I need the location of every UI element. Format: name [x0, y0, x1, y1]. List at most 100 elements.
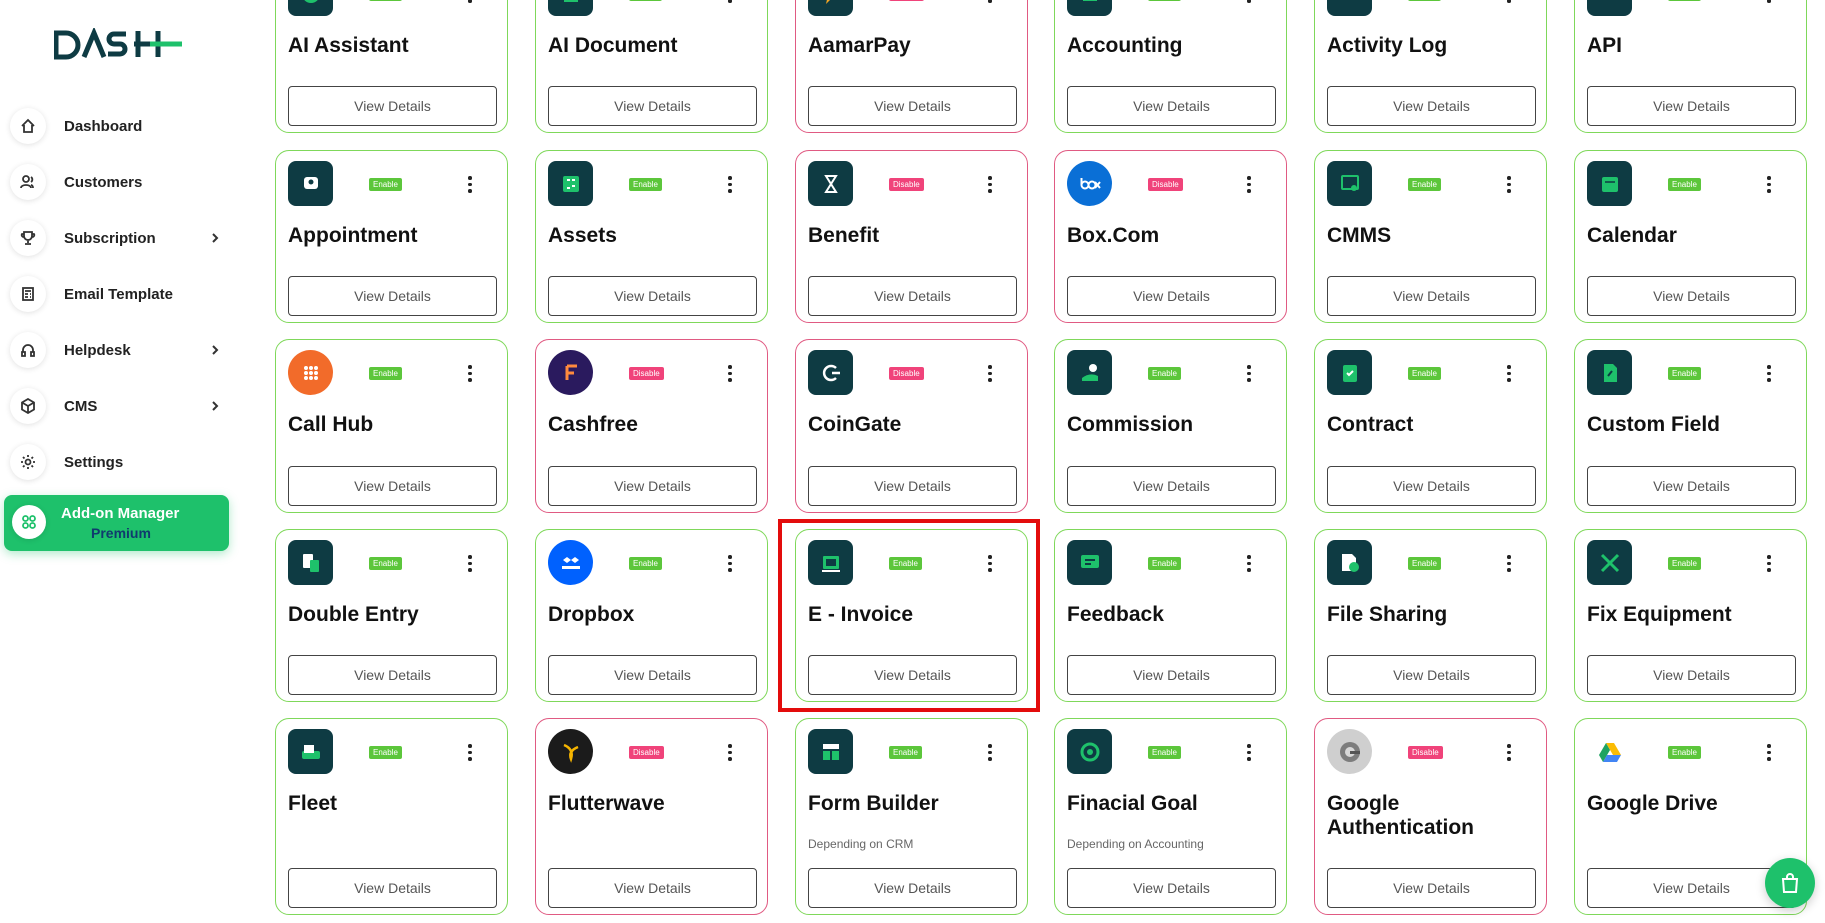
view-details-button[interactable]: View Details: [288, 466, 497, 506]
status-badge: Enable: [369, 557, 402, 570]
addon-card: Enable Fleet View Details: [275, 718, 508, 915]
status-badge: Disable: [889, 367, 924, 380]
more-options-icon[interactable]: [1242, 741, 1256, 763]
more-options-icon[interactable]: [983, 0, 997, 5]
view-details-button[interactable]: View Details: [808, 276, 1017, 316]
status-badge: Disable: [1408, 746, 1443, 759]
view-details-button[interactable]: View Details: [1327, 868, 1536, 908]
form-builder-icon: [808, 729, 853, 774]
more-options-icon[interactable]: [723, 0, 737, 5]
more-options-icon[interactable]: [463, 741, 477, 763]
fix-equipment-icon: [1587, 540, 1632, 585]
card-title: API: [1587, 34, 1623, 57]
sidebar-item-label: Dashboard: [64, 117, 143, 135]
more-options-icon[interactable]: [1762, 741, 1776, 763]
gear-icon: [10, 444, 46, 480]
more-options-icon[interactable]: [463, 173, 477, 195]
dropbox-icon: [548, 540, 593, 585]
more-options-icon[interactable]: [1762, 173, 1776, 195]
addon-card: Enable Feedback View Details: [1054, 529, 1287, 702]
view-details-button[interactable]: View Details: [548, 86, 757, 126]
more-options-icon[interactable]: [1502, 552, 1516, 574]
template-icon: [10, 276, 46, 312]
more-options-icon[interactable]: [1242, 552, 1256, 574]
card-title: Google Authentication: [1327, 792, 1474, 839]
addon-card: Enable Accounting View Details: [1054, 0, 1287, 133]
status-badge: Enable: [1668, 178, 1701, 191]
view-details-button[interactable]: View Details: [288, 276, 497, 316]
view-details-button[interactable]: View Details: [808, 868, 1017, 908]
more-options-icon[interactable]: [1242, 173, 1256, 195]
view-details-button[interactable]: View Details: [548, 655, 757, 695]
more-options-icon[interactable]: [1762, 0, 1776, 5]
more-options-icon[interactable]: [1242, 0, 1256, 5]
view-details-button[interactable]: View Details: [1067, 466, 1276, 506]
sidebar-item-subscription[interactable]: Subscription: [10, 215, 230, 261]
status-badge: Enable: [369, 746, 402, 759]
view-details-button[interactable]: View Details: [548, 466, 757, 506]
view-details-button[interactable]: View Details: [1587, 466, 1796, 506]
more-options-icon[interactable]: [983, 741, 997, 763]
more-options-icon[interactable]: [1502, 0, 1516, 5]
sidebar-item-customers[interactable]: Customers: [10, 159, 230, 205]
view-details-button[interactable]: View Details: [1067, 868, 1276, 908]
card-dependency: Depending on Accounting: [1067, 837, 1204, 851]
view-details-button[interactable]: View Details: [548, 276, 757, 316]
more-options-icon[interactable]: [1242, 362, 1256, 384]
more-options-icon[interactable]: [723, 362, 737, 384]
cart-button[interactable]: [1765, 858, 1815, 908]
more-options-icon[interactable]: [723, 173, 737, 195]
view-details-button[interactable]: View Details: [1587, 655, 1796, 695]
card-title: Fix Equipment: [1587, 603, 1732, 626]
status-badge: Enable: [1148, 367, 1181, 380]
view-details-button[interactable]: View Details: [1067, 276, 1276, 316]
sidebar-item-label: Add-on Manager: [61, 505, 180, 522]
addon-card: Enable Form Builder Depending on CRM View D…: [795, 718, 1028, 915]
view-details-button[interactable]: View Details: [288, 868, 497, 908]
view-details-button[interactable]: View Details: [808, 655, 1017, 695]
sidebar-item-settings[interactable]: Settings: [10, 439, 230, 485]
sidebar-item-addon-manager[interactable]: Add-on Manager Premium: [4, 495, 229, 551]
more-options-icon[interactable]: [983, 362, 997, 384]
sidebar-item-cms[interactable]: CMS: [10, 383, 230, 429]
view-details-button[interactable]: View Details: [1327, 466, 1536, 506]
more-options-icon[interactable]: [983, 552, 997, 574]
view-details-button[interactable]: View Details: [808, 466, 1017, 506]
view-details-button[interactable]: View Details: [1067, 655, 1276, 695]
view-details-button[interactable]: View Details: [1327, 276, 1536, 316]
card-title: Call Hub: [288, 413, 374, 436]
view-details-button[interactable]: View Details: [1327, 86, 1536, 126]
view-details-button[interactable]: View Details: [1067, 86, 1276, 126]
view-details-button[interactable]: View Details: [288, 655, 497, 695]
status-badge: Enable: [369, 0, 402, 1]
view-details-button[interactable]: View Details: [808, 86, 1017, 126]
more-options-icon[interactable]: [723, 741, 737, 763]
view-details-button[interactable]: View Details: [548, 868, 757, 908]
more-options-icon[interactable]: [1502, 362, 1516, 384]
addon-card: Enable Finacial Goal Depending on Accounti…: [1054, 718, 1287, 915]
more-options-icon[interactable]: [463, 0, 477, 5]
view-details-button[interactable]: View Details: [1587, 86, 1796, 126]
more-options-icon[interactable]: [983, 173, 997, 195]
view-details-button[interactable]: View Details: [1327, 655, 1536, 695]
sidebar-item-dashboard[interactable]: Dashboard: [10, 103, 230, 149]
more-options-icon[interactable]: [1502, 173, 1516, 195]
more-options-icon[interactable]: [1762, 362, 1776, 384]
more-options-icon[interactable]: [1502, 741, 1516, 763]
card-dependency: Depending on CRM: [808, 837, 914, 851]
card-title: Google Drive: [1587, 792, 1718, 815]
more-options-icon[interactable]: [463, 362, 477, 384]
more-options-icon[interactable]: [1762, 552, 1776, 574]
api-icon: [1587, 0, 1632, 16]
status-badge: Enable: [1148, 746, 1181, 759]
file-sharing-icon: [1327, 540, 1372, 585]
fleet-icon: [288, 729, 333, 774]
view-details-button[interactable]: View Details: [288, 86, 497, 126]
status-badge: Disable: [889, 0, 924, 1]
call-hub-icon: [288, 350, 333, 395]
more-options-icon[interactable]: [723, 552, 737, 574]
view-details-button[interactable]: View Details: [1587, 276, 1796, 316]
more-options-icon[interactable]: [463, 552, 477, 574]
sidebar-item-email-template[interactable]: Email Template: [10, 271, 230, 317]
sidebar-item-helpdesk[interactable]: Helpdesk: [10, 327, 230, 373]
